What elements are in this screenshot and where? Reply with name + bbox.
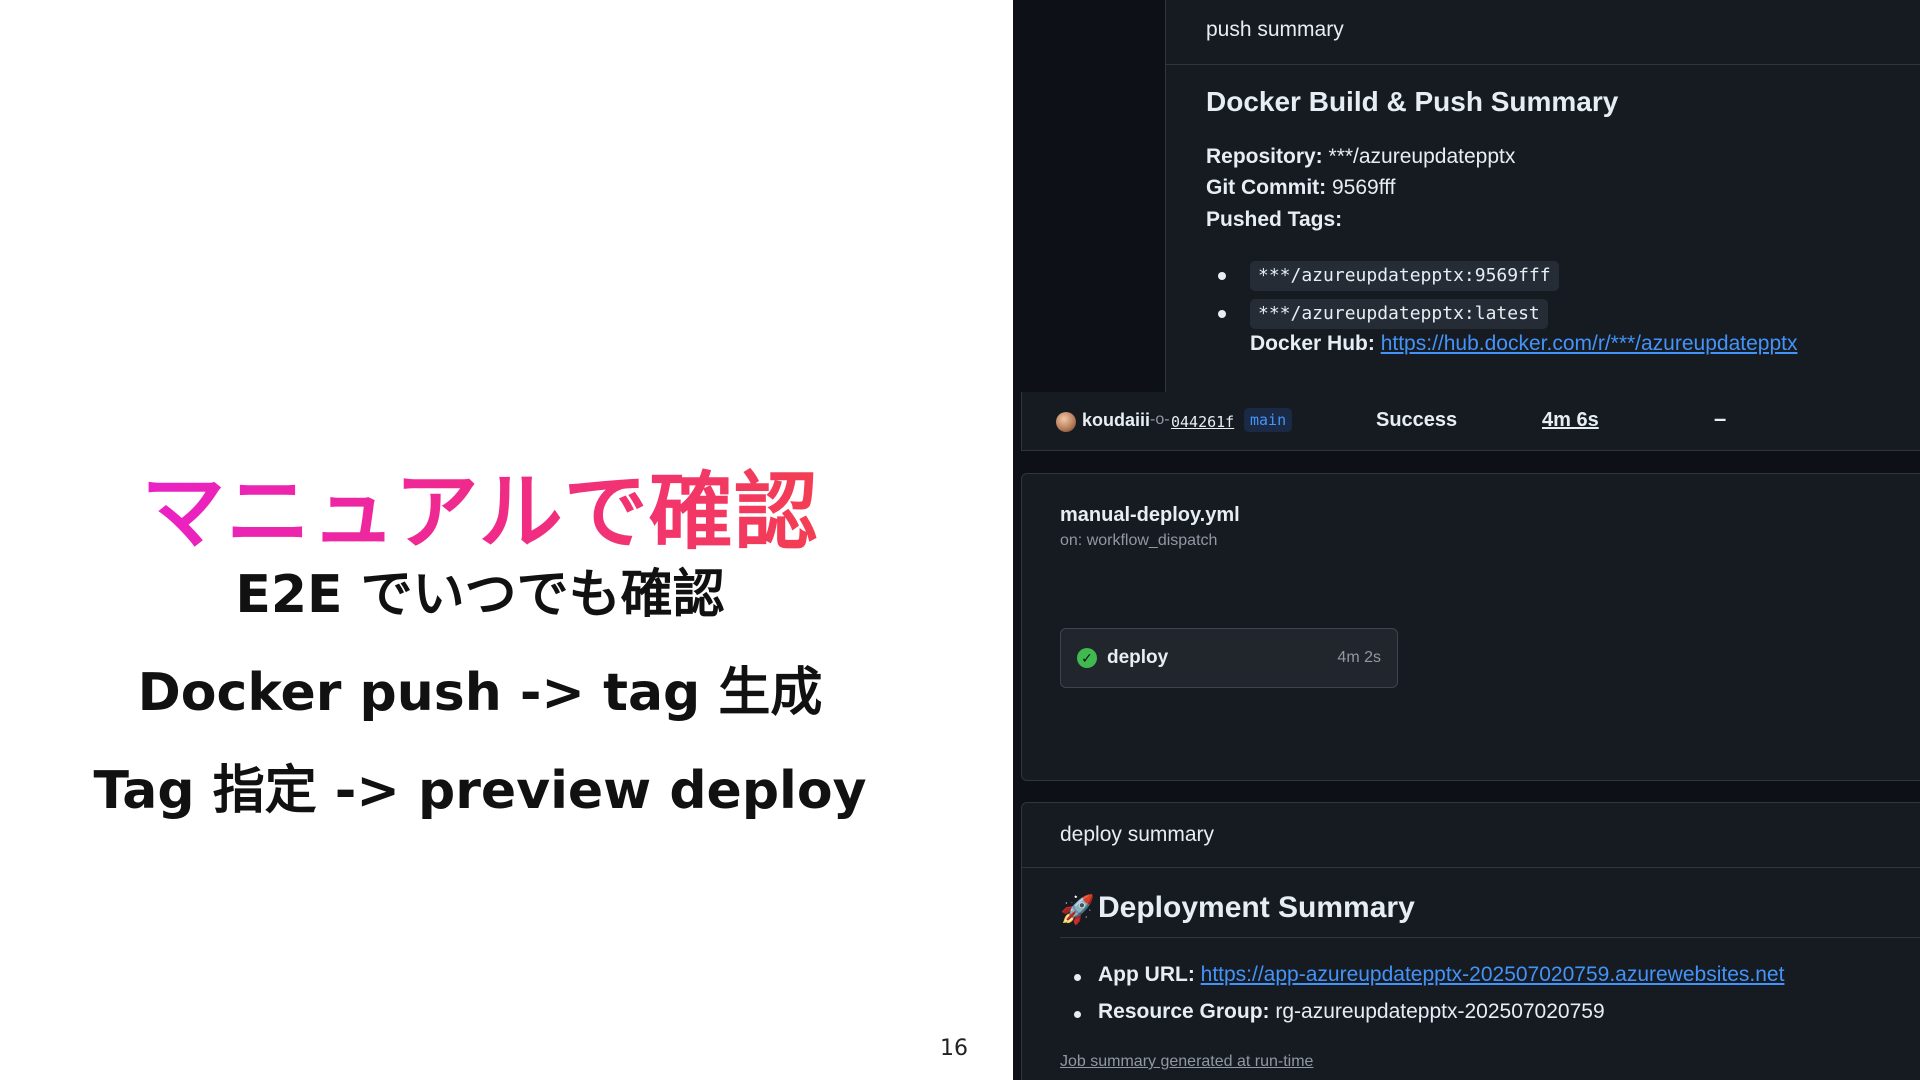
push-summary-card: push summary Docker Build & Push Summary… <box>1165 0 1920 392</box>
docker-hub-label: Docker Hub: <box>1250 332 1375 355</box>
workflow-trigger: on: workflow_dispatch <box>1060 532 1218 549</box>
slide-text-area: マニュアルで確認 E2E でいつでも確認 Docker push -> tag … <box>0 0 1013 1080</box>
user-avatar[interactable] <box>1056 412 1076 432</box>
job-name: deploy <box>1107 647 1169 668</box>
push-summary-heading: Docker Build & Push Summary <box>1206 86 1619 117</box>
pushed-tag-latest: ***/azureupdatepptx:latest <box>1250 299 1548 329</box>
run-branch[interactable]: main <box>1244 408 1293 432</box>
bullet-icon <box>1218 310 1226 318</box>
job-summary-footnote-link[interactable]: Job summary generated at run-time <box>1060 1053 1313 1071</box>
slide-bullet-docker-push: Docker push -> tag 生成 <box>137 663 823 723</box>
rocket-icon: 🚀 <box>1060 894 1095 925</box>
git-commit-row: Git Commit: 9569fff <box>1206 176 1395 200</box>
workflow-run-row: koudaiii -o- 044261f main Success 4m 6s … <box>1013 392 1920 452</box>
git-commit-value: 9569fff <box>1326 176 1396 199</box>
app-url-link[interactable]: https://app-azureupdatepptx-202507020759… <box>1201 963 1785 986</box>
page-number: 16 <box>940 1036 968 1061</box>
deploy-summary-header: deploy summary <box>1022 803 1920 868</box>
run-status: Success <box>1376 409 1458 431</box>
github-actions-screenshot: push summary Docker Build & Push Summary… <box>1013 0 1920 1080</box>
bullet-icon <box>1074 1011 1081 1018</box>
run-commit-sha[interactable]: 044261f <box>1171 413 1234 431</box>
deployment-summary-title: Deployment Summary <box>1098 891 1415 924</box>
run-actor[interactable]: koudaiii <box>1082 410 1150 431</box>
run-duration[interactable]: 4m 6s <box>1542 409 1599 432</box>
pushed-tag-sha: ***/azureupdatepptx:9569fff <box>1250 261 1559 291</box>
push-summary-header: push summary <box>1166 0 1920 65</box>
deploy-summary-card: deploy summary 🚀 Deployment Summary App … <box>1021 802 1920 1080</box>
deployment-summary-heading: 🚀 Deployment Summary <box>1060 891 1920 938</box>
pushed-tags-label: Pushed Tags: <box>1206 208 1343 231</box>
resource-group-row: Resource Group: rg-azureupdatepptx-20250… <box>1098 1000 1605 1024</box>
git-commit-label: Git Commit: <box>1206 176 1327 199</box>
app-url-row: App URL: https://app-azureupdatepptx-202… <box>1098 963 1784 987</box>
push-summary-header-label: push summary <box>1206 18 1344 41</box>
slide-title: マニュアルで確認 <box>0 462 960 562</box>
bullet-icon <box>1218 272 1226 280</box>
deploy-summary-header-label: deploy summary <box>1060 823 1215 846</box>
repository-label: Repository: <box>1206 145 1323 168</box>
check-circle-icon: ✓ <box>1077 648 1097 668</box>
slide-bullet-e2e: E2E でいつでも確認 <box>235 565 725 625</box>
workflow-run-row-inner: koudaiii -o- 044261f main Success 4m 6s … <box>1021 392 1920 451</box>
job-duration: 4m 2s <box>1337 649 1381 666</box>
commit-icon: -o- <box>1150 411 1170 428</box>
run-artifacts-dash: – <box>1714 406 1727 431</box>
pushed-tags-row: Pushed Tags: <box>1206 208 1342 232</box>
workflow-graph-card: manual-deploy.yml on: workflow_dispatch … <box>1021 473 1920 781</box>
resource-group-value: rg-azureupdatepptx-202507020759 <box>1269 1000 1605 1023</box>
resource-group-label: Resource Group: <box>1098 1000 1270 1023</box>
job-deploy[interactable]: ✓ deploy 4m 2s <box>1060 628 1398 688</box>
repository-row: Repository: ***/azureupdatepptx <box>1206 145 1515 169</box>
workflow-file-name: manual-deploy.yml <box>1060 504 1240 526</box>
repository-value: ***/azureupdatepptx <box>1322 145 1516 168</box>
bullet-icon <box>1074 974 1081 981</box>
docker-hub-link[interactable]: https://hub.docker.com/r/***/azureupdate… <box>1381 332 1798 355</box>
slide-bullet-tag-deploy: Tag 指定 -> preview deploy <box>93 761 867 821</box>
docker-hub-row: Docker Hub: https://hub.docker.com/r/***… <box>1250 332 1797 356</box>
app-url-label: App URL: <box>1098 963 1195 986</box>
